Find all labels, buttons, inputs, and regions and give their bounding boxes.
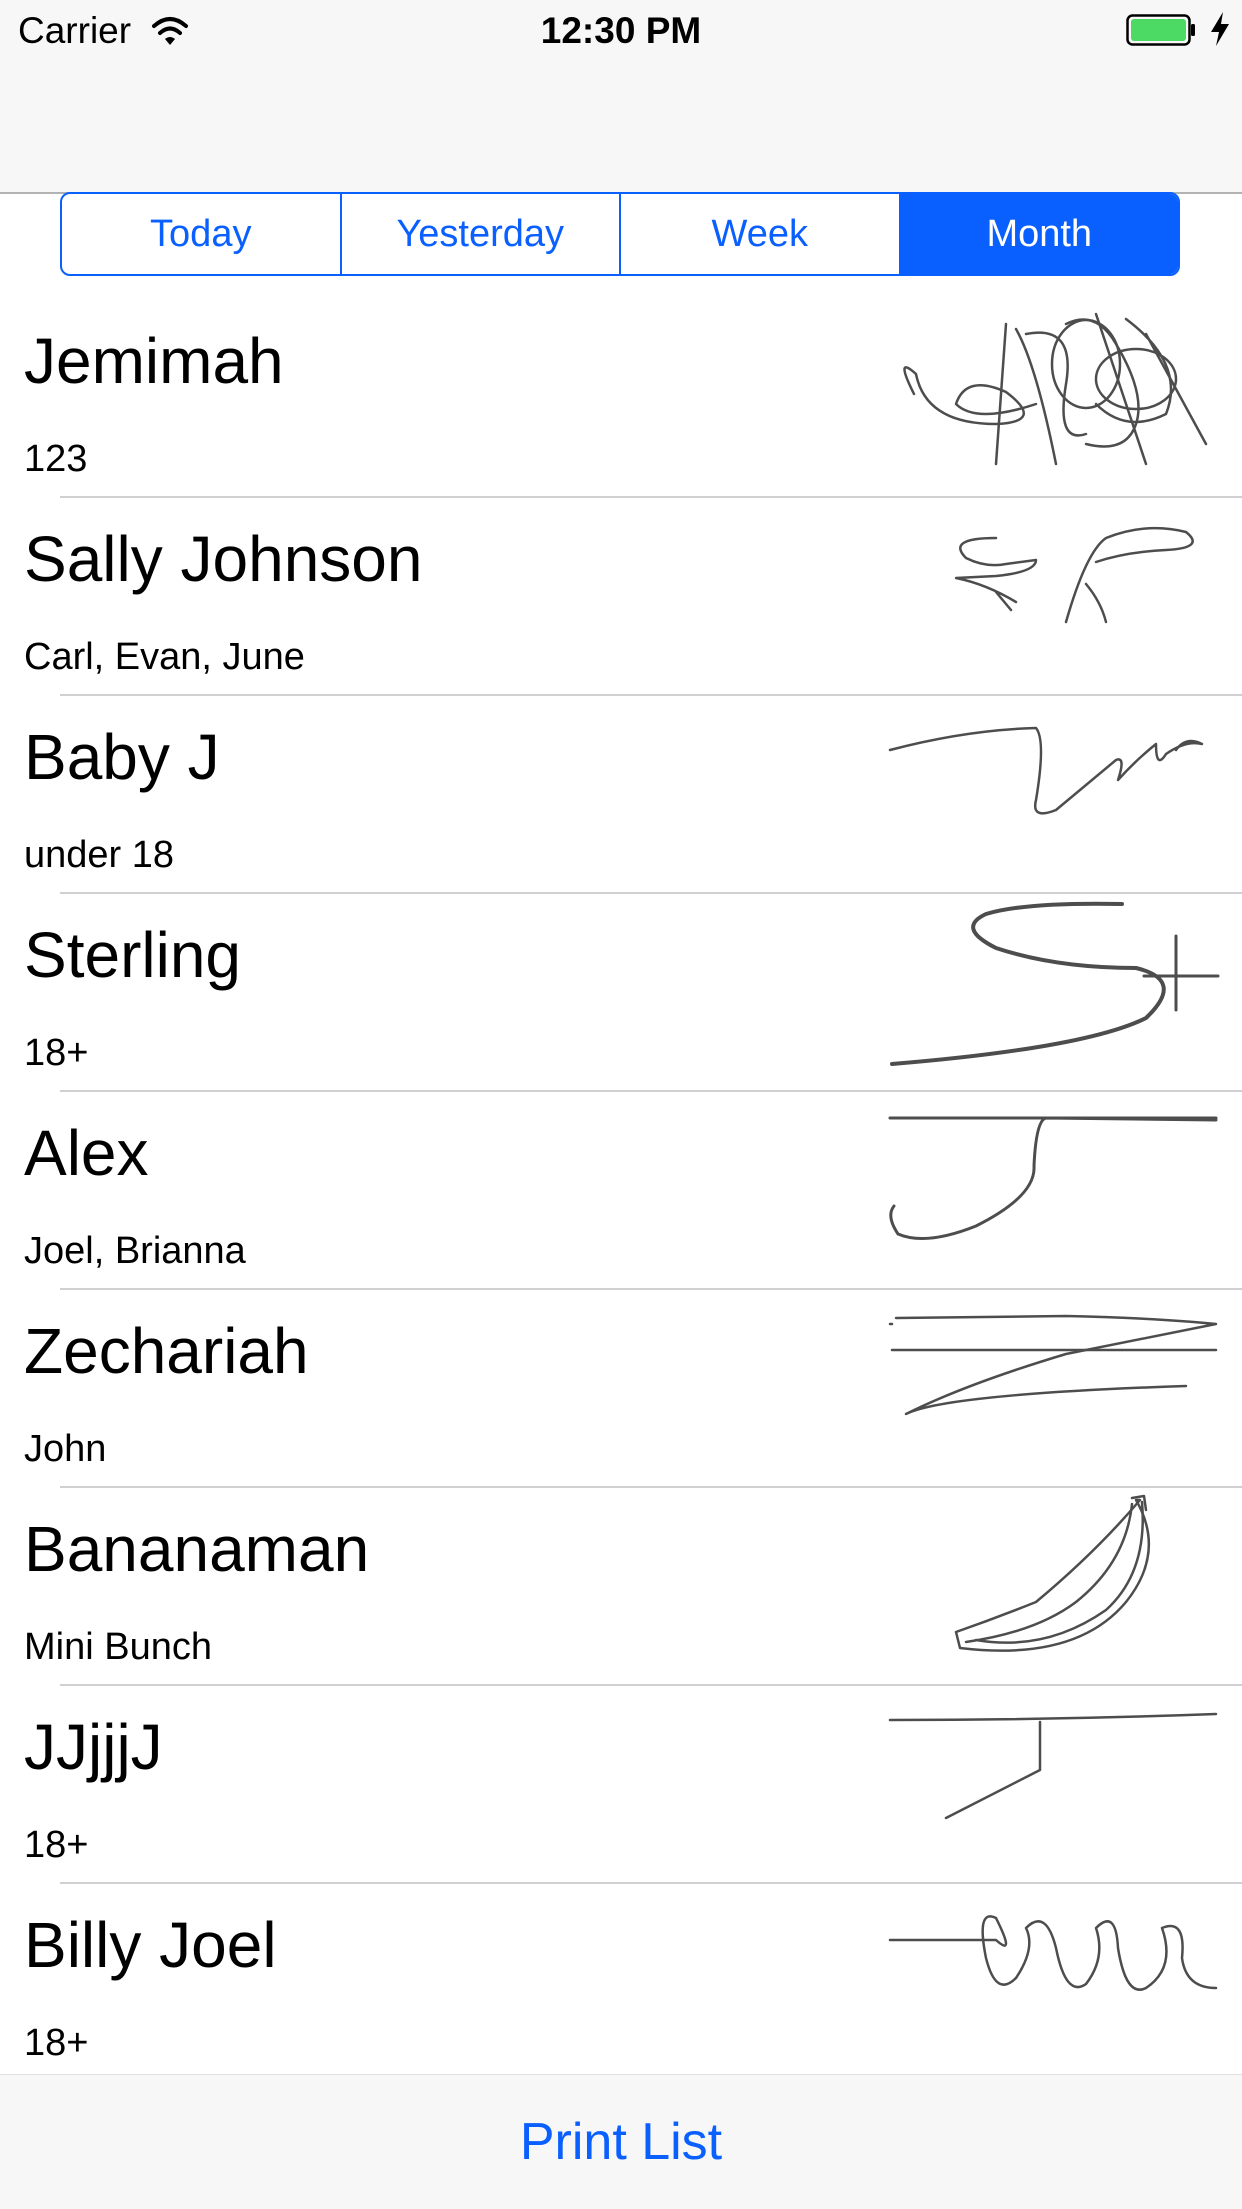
signature-image xyxy=(888,726,1204,815)
row-name: Zechariah xyxy=(24,1315,309,1387)
row-name: Bananaman xyxy=(24,1513,370,1585)
row-name: JJjjjJ xyxy=(24,1711,163,1783)
segment-week[interactable]: Week xyxy=(621,194,901,274)
bottom-toolbar: Print List xyxy=(0,2074,1242,2209)
row-detail: 18+ xyxy=(24,2022,89,2064)
list-item[interactable]: Sterling 18+ xyxy=(0,894,1242,1092)
signature-image xyxy=(888,1314,1218,1416)
date-range-segmented-control: Today Yesterday Week Month xyxy=(60,192,1180,276)
row-detail: Joel, Brianna xyxy=(24,1230,246,1272)
signature-image xyxy=(888,1116,1218,1240)
row-detail: 123 xyxy=(24,438,88,480)
row-detail: Carl, Evan, June xyxy=(24,636,305,678)
signature-image xyxy=(888,1915,1218,1991)
signature-image xyxy=(903,312,1208,466)
list-item[interactable]: Jemimah 123 xyxy=(0,300,1242,498)
signature-image xyxy=(888,1712,1218,1820)
checkin-list: Jemimah 123 Sally Johnson Carl, Evan, Ju… xyxy=(0,300,1242,2082)
row-name: Sterling xyxy=(24,919,241,991)
list-item[interactable]: Bananaman Mini Bunch xyxy=(0,1488,1242,1686)
segment-month[interactable]: Month xyxy=(900,194,1178,274)
clock: 12:30 PM xyxy=(540,10,702,51)
list-item[interactable]: Sally Johnson Carl, Evan, June xyxy=(0,498,1242,696)
signature-image xyxy=(954,1494,1151,1652)
print-list-button[interactable]: Print List xyxy=(520,2112,722,2172)
status-bar: Carrier 12:30 PM xyxy=(0,0,1242,62)
row-name: Billy Joel xyxy=(24,1909,277,1981)
list-item[interactable]: Alex Joel, Brianna xyxy=(0,1092,1242,1290)
segment-today[interactable]: Today xyxy=(62,194,342,274)
segment-yesterday[interactable]: Yesterday xyxy=(342,194,621,274)
row-detail: 18+ xyxy=(24,1032,89,1074)
battery-icon xyxy=(1126,14,1195,46)
row-name: Baby J xyxy=(24,721,220,793)
list-item[interactable]: Billy Joel 18+ xyxy=(0,1884,1242,2082)
list-item[interactable]: JJjjjJ 18+ xyxy=(0,1686,1242,1884)
row-detail: Mini Bunch xyxy=(24,1626,212,1668)
row-name: Jemimah xyxy=(24,325,284,397)
row-detail: John xyxy=(24,1428,107,1470)
row-detail: 18+ xyxy=(24,1824,89,1866)
charging-bolt-icon xyxy=(1211,12,1229,46)
row-detail: under 18 xyxy=(24,834,175,876)
signature-image xyxy=(954,526,1194,624)
list-item[interactable]: Baby J under 18 xyxy=(0,696,1242,894)
navigation-bar xyxy=(0,62,1242,194)
row-name: Alex xyxy=(24,1117,149,1189)
signature-image xyxy=(890,901,1220,1066)
list-item[interactable]: Zechariah John xyxy=(0,1290,1242,1488)
row-name: Sally Johnson xyxy=(24,523,423,595)
